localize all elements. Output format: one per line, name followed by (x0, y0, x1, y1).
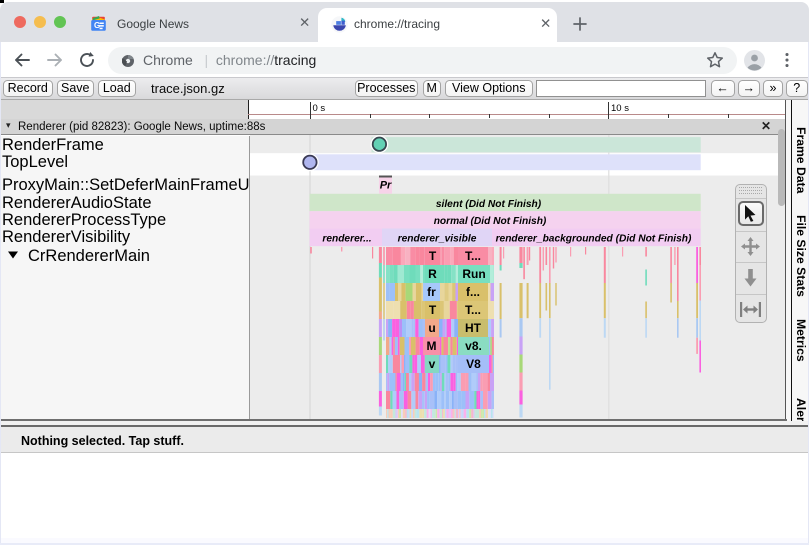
svg-text:M: M (427, 339, 437, 353)
svg-text:renderer_visible: renderer_visible (398, 233, 477, 244)
svg-text:T: T (429, 249, 437, 263)
svg-text:renderer_backgrounded (Did Not: renderer_backgrounded (Did Not Finish) (496, 233, 692, 244)
svg-text:G: G (94, 21, 100, 30)
svg-text:T: T (429, 303, 437, 317)
svg-text:u: u (428, 321, 435, 335)
svg-text:Run: Run (462, 267, 485, 281)
svg-text:HT: HT (465, 321, 482, 335)
svg-text:R: R (428, 267, 437, 281)
svg-text:V8: V8 (466, 357, 481, 371)
svg-text:T...: T... (465, 303, 481, 317)
svg-text:silent (Did Not Finish): silent (Did Not Finish) (436, 198, 542, 209)
svg-text:T...: T... (465, 249, 481, 263)
svg-text:fr: fr (427, 285, 436, 299)
svg-text:f...: f... (466, 285, 480, 299)
svg-text:v: v (429, 357, 436, 371)
svg-text:Pr: Pr (380, 179, 392, 191)
svg-text:v8.: v8. (465, 339, 482, 353)
svg-text:normal (Did Not Finish): normal (Did Not Finish) (434, 216, 547, 227)
svg-text:renderer...: renderer... (322, 233, 371, 244)
